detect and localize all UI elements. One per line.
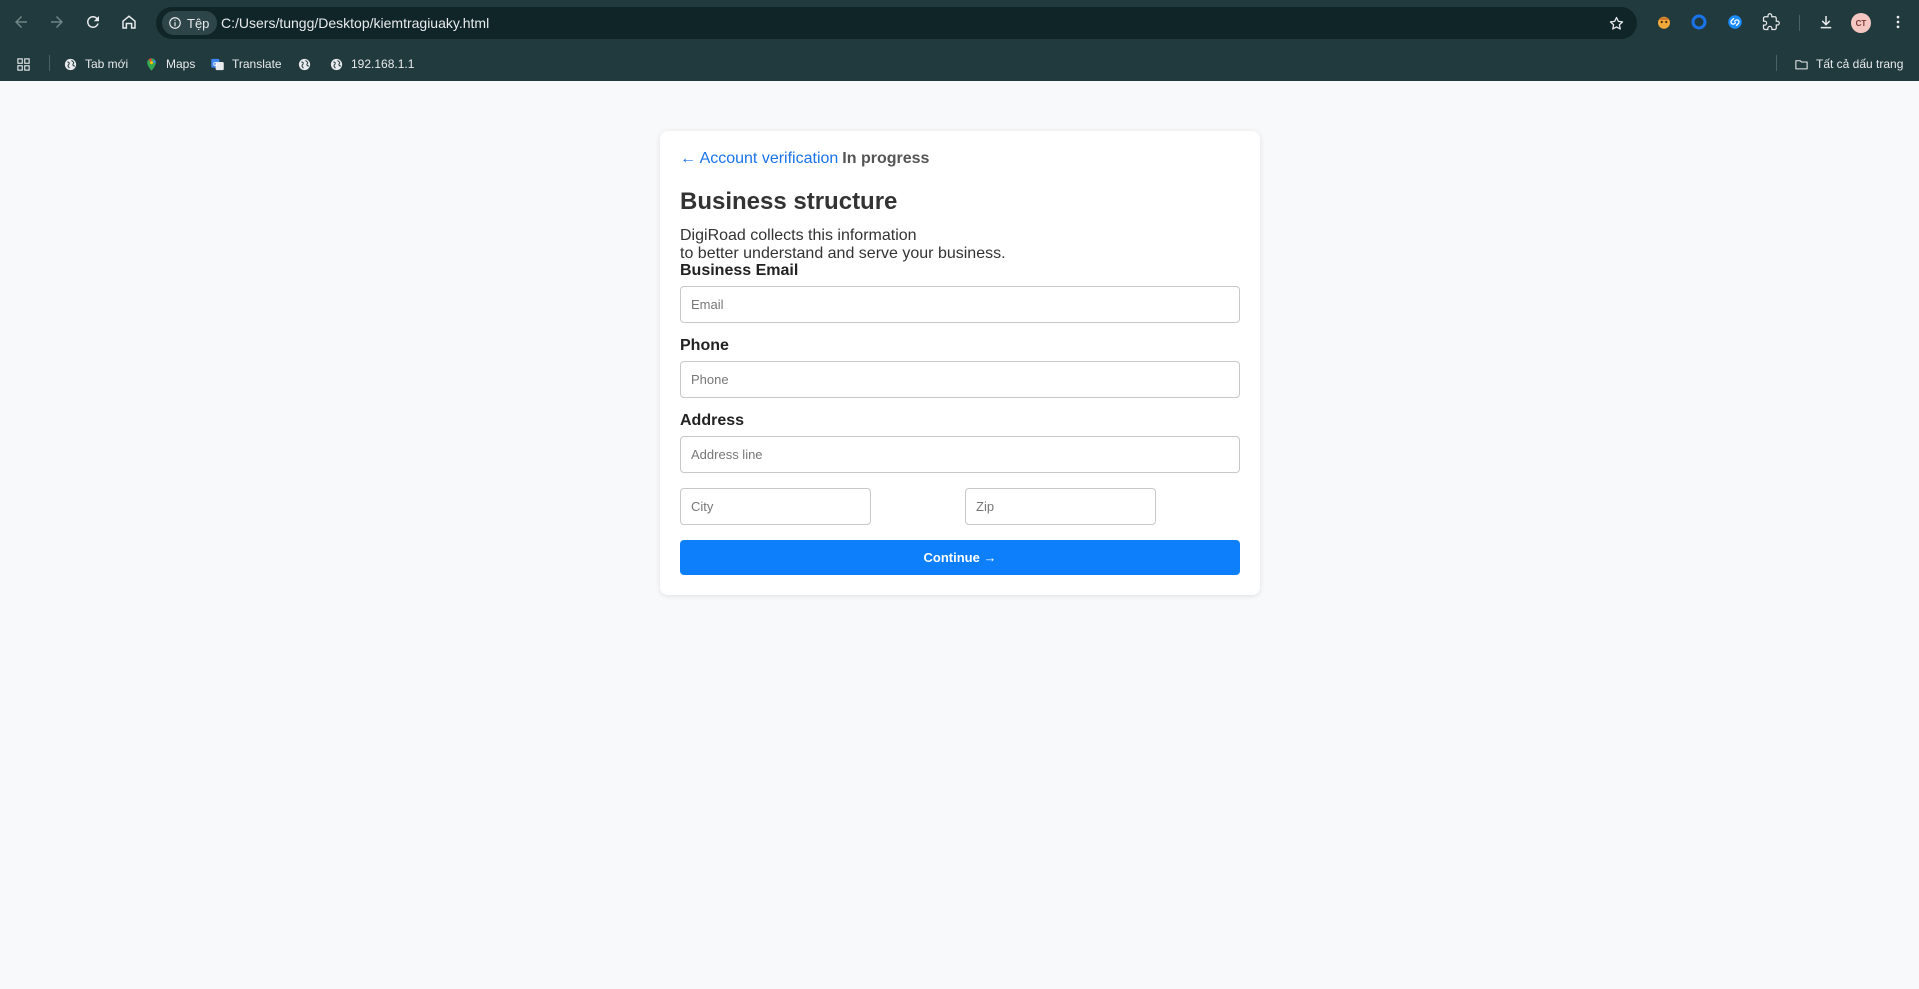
globe-icon — [64, 58, 77, 70]
city-field[interactable] — [680, 488, 871, 525]
breadcrumb: ← Account verification In progress — [680, 150, 929, 168]
address-label: Address — [680, 412, 745, 429]
extension-2-button[interactable] — [1688, 11, 1710, 33]
home-icon — [122, 15, 136, 29]
continue-button[interactable]: Continue → — [680, 540, 1240, 575]
home-button[interactable] — [116, 9, 142, 35]
page-description: DigiRoad collects this information to be… — [680, 227, 1006, 263]
bookmark-label: Translate — [232, 57, 282, 71]
browser-menu-button[interactable] — [1887, 11, 1909, 33]
bookmark-label: Maps — [166, 57, 196, 71]
zip-field[interactable] — [965, 488, 1156, 525]
globe-icon — [298, 58, 311, 70]
star-icon — [1609, 16, 1623, 30]
bookmark-router[interactable]: 192.168.1.1 — [329, 54, 414, 74]
extension-1-button[interactable] — [1653, 11, 1675, 33]
description-line-2: to better understand and serve your busi… — [680, 245, 1006, 262]
address-bar[interactable]: Tệp C:/Users/tungg/Desktop/kiemtragiuaky… — [156, 7, 1637, 39]
download-icon — [1820, 16, 1832, 29]
svg-text:G: G — [213, 61, 218, 67]
phone-field[interactable] — [680, 361, 1240, 398]
bookmark-translate[interactable]: G Translate — [210, 54, 282, 74]
maps-icon — [147, 57, 156, 71]
apps-grid-icon — [17, 57, 30, 71]
url-text[interactable]: C:/Users/tungg/Desktop/kiemtragiuaky.htm… — [221, 15, 489, 31]
more-vertical-icon — [1896, 15, 1900, 29]
bookmark-globe[interactable] — [297, 54, 312, 74]
extension-ring-icon — [1691, 14, 1707, 30]
bookmark-maps[interactable]: Maps — [144, 54, 195, 74]
bookmark-label: 192.168.1.1 — [351, 57, 415, 71]
bookmark-label: Tab mới — [85, 57, 129, 71]
profile-avatar[interactable]: CT — [1851, 13, 1871, 33]
reload-button[interactable] — [80, 9, 106, 35]
browser-chrome: Tệp C:/Users/tungg/Desktop/kiemtragiuaky… — [0, 0, 1919, 81]
browser-toolbar: Tệp C:/Users/tungg/Desktop/kiemtragiuaky… — [0, 0, 1919, 45]
address-line-field[interactable] — [680, 436, 1240, 473]
bookmarks-divider-right — [1776, 55, 1777, 71]
downloads-button[interactable] — [1815, 11, 1837, 33]
translate-icon: G — [211, 58, 224, 70]
bookmark-tab-moi[interactable]: Tab mới — [63, 54, 128, 74]
extension-face-icon — [1658, 16, 1670, 29]
email-field[interactable] — [680, 286, 1240, 323]
all-bookmarks-button[interactable]: Tất cả dấu trang — [1794, 54, 1903, 74]
bookmark-star-button[interactable] — [1605, 12, 1627, 34]
verification-card: ← Account verification In progress Busine… — [660, 131, 1260, 595]
description-line-1: DigiRoad collects this information — [680, 227, 917, 244]
reload-icon — [86, 15, 99, 28]
phone-label: Phone — [680, 337, 729, 354]
bookmarks-bar: Tab mới Maps G Translate 192.168.1.1 Tất… — [0, 45, 1919, 81]
site-info-chip[interactable]: Tệp — [162, 11, 218, 35]
info-icon — [169, 17, 181, 29]
arrow-left-icon — [15, 16, 27, 28]
progress-status: In progress — [842, 150, 930, 167]
back-to-account-verification-link[interactable]: ← Account verification — [680, 150, 838, 167]
folder-icon — [1795, 59, 1808, 69]
all-bookmarks-label: Tất cả dấu trang — [1816, 57, 1904, 71]
extension-shazam-icon — [1728, 15, 1742, 29]
back-button[interactable] — [8, 9, 34, 35]
arrow-right-icon — [51, 16, 63, 28]
bookmarks-divider — [49, 55, 50, 71]
page-title: Business structure — [680, 188, 898, 215]
site-chip-label: Tệp — [187, 15, 210, 31]
forward-button[interactable] — [44, 9, 70, 35]
extensions-button[interactable] — [1760, 11, 1782, 33]
toolbar-divider — [1799, 15, 1800, 31]
apps-button[interactable] — [16, 54, 31, 74]
puzzle-icon — [1762, 13, 1780, 31]
globe-icon — [330, 58, 343, 70]
email-label: Business Email — [680, 262, 799, 279]
extension-3-button[interactable] — [1724, 11, 1746, 33]
